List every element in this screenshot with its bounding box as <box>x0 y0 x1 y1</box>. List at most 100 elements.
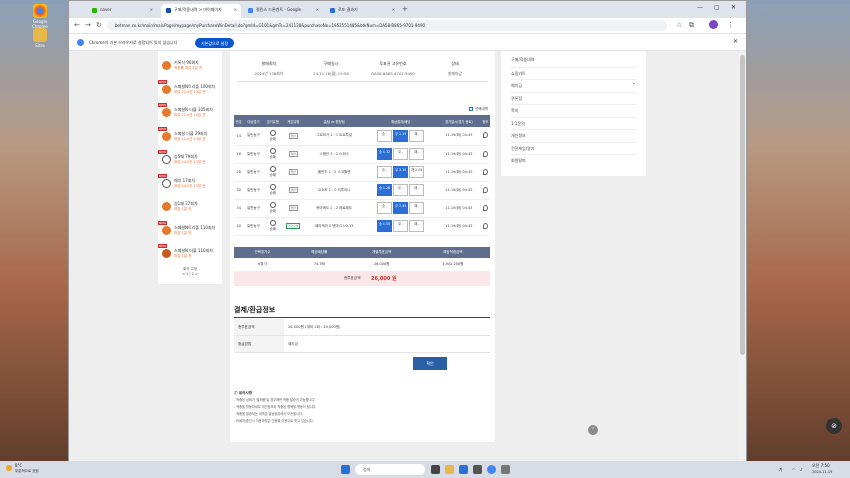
location-pin-icon[interactable] <box>482 186 488 193</box>
tab-purchase[interactable]: 구매/적중내역 > 마이페이지 ✕ <box>161 4 241 18</box>
confirm-button[interactable]: 확인 <box>413 357 447 370</box>
store-icon[interactable] <box>473 465 482 474</box>
selected-only-checkbox[interactable]: 선택내역 <box>469 107 488 112</box>
mypage-menu-item[interactable]: 쿠폰함 <box>511 91 636 102</box>
app-icon[interactable] <box>501 465 510 474</box>
minimize-button[interactable]: — <box>697 4 703 11</box>
close-tab-icon[interactable]: ✕ <box>234 7 237 12</box>
profile-avatar[interactable] <box>709 20 718 29</box>
scroll-top-button[interactable]: ⌃ <box>588 425 598 435</box>
odds-cell[interactable]: 패 - <box>409 220 425 232</box>
desktop-icon-sites[interactable]: Sites <box>30 28 50 48</box>
chrome-taskbar-icon[interactable] <box>487 465 496 474</box>
soccer-ball-icon <box>269 148 276 154</box>
totals-header: 개별투표금액 <box>347 247 416 258</box>
tab-naver[interactable]: naver ✕ <box>87 4 157 18</box>
location-pin-icon[interactable] <box>482 222 488 229</box>
odds-cell[interactable]: 무 2.95 <box>393 202 409 214</box>
location-pin-icon[interactable] <box>482 204 488 211</box>
purchase-detail-panel: 발매회차 2024년 138회차 구매일시 24.11.18(월) 15:58 투표… <box>230 51 495 442</box>
location-pin-icon[interactable] <box>482 168 488 175</box>
game-list-item[interactable]: NEW 승5패 79회차 마감 14시간 13분 전 <box>158 149 222 171</box>
odds-cell[interactable]: 승 1.28 <box>377 184 393 196</box>
list-footer: 회차 고정 < 1 / 2 > <box>158 267 222 276</box>
odds-cell[interactable]: 패 - <box>409 202 425 214</box>
page-scrollbar[interactable] <box>739 51 746 462</box>
game-list-item[interactable]: 기록식 96회차 적중률 마감 2일 전 <box>158 55 222 77</box>
game-list-item[interactable]: NEW 스페셜N트리플 110회차 마감 1일 전 <box>158 220 222 242</box>
odds-cell[interactable]: 패 - <box>409 129 425 142</box>
location-pin-icon[interactable] <box>482 132 488 139</box>
tab-google[interactable]: 젤린스 드론벤트 - Google ✕ <box>243 4 323 18</box>
mypage-menu-item[interactable]: 쇼핑카트 <box>511 66 636 77</box>
close-tab-icon[interactable]: ✕ <box>150 7 153 12</box>
reload-icon[interactable]: ↻ <box>96 21 102 29</box>
odds-cell[interactable]: 패 2.05 <box>409 166 425 178</box>
close-infobar-icon[interactable]: ✕ <box>733 38 738 45</box>
totals-header: 예상적중금액 <box>415 247 490 258</box>
odds-cell[interactable]: 승 - <box>377 166 393 178</box>
language-indicator[interactable]: 가 <box>779 467 783 473</box>
clock-date[interactable]: 2024-11-19 <box>812 470 832 474</box>
task-view-icon[interactable] <box>431 465 440 474</box>
odds-cell[interactable]: 무 - <box>393 148 409 160</box>
new-tab-button[interactable]: + <box>402 5 408 13</box>
mypage-menu-item[interactable]: 회원탈퇴 <box>511 154 636 164</box>
mypage-menu-item[interactable]: 개인정보 <box>511 129 636 139</box>
pager[interactable]: < 1 / 2 > <box>158 272 222 276</box>
menu-dots-icon[interactable]: ⋮ <box>727 21 734 29</box>
game-list-item[interactable]: NEW 스페셜N 더블 110회차 마감 1일 전 <box>158 243 222 265</box>
odds-cell[interactable]: 무 - <box>393 184 409 196</box>
odds-cell[interactable]: 승 - <box>377 129 393 142</box>
back-icon[interactable]: ← <box>74 21 80 29</box>
mypage-menu-item[interactable]: 쪽지 <box>511 104 636 114</box>
mypage-menu-item[interactable]: 1:1문의 <box>511 116 636 127</box>
bet-row: 30 일반농구 승패 일반 코소보 1 : 0 리투아니 승 1.28 무 - 패 -11… <box>234 181 490 200</box>
odds-cell[interactable]: 승 - <box>377 202 393 214</box>
odds-cell[interactable]: 승 1.55 <box>377 220 393 232</box>
maximize-button[interactable]: ▢ <box>714 4 720 11</box>
close-tab-icon[interactable]: ✕ <box>392 7 395 12</box>
odds-cell[interactable]: 패 - <box>409 148 425 160</box>
compass-icon[interactable]: ⊘ <box>826 418 842 434</box>
scrollbar-thumb[interactable] <box>740 55 745 355</box>
close-window-button[interactable]: ✕ <box>731 4 736 11</box>
speaker-icon[interactable]: ♪ <box>800 467 803 472</box>
ball-icon <box>162 202 171 211</box>
set-default-button[interactable]: 기본값으로 설정 <box>195 38 235 48</box>
tab-lotto[interactable]: 로또 결과기 ✕ <box>325 4 399 18</box>
game-list-item[interactable]: NEW 스페셜N 더블 105회차 마감 21시간 13분 전 <box>158 102 222 124</box>
odds-cell[interactable]: 승 1.32 <box>377 148 393 160</box>
game-deadline: 마감 1일 전 <box>174 207 192 211</box>
bet-row: 26 일반농구 승패 일반 폴란드 1 : 2 스코틀랜 승 - 무 3.10 패 2.0… <box>234 163 490 182</box>
edge-icon[interactable] <box>459 465 468 474</box>
desktop-icon-chrome[interactable]: Google Chrome <box>30 4 50 29</box>
close-tab-icon[interactable]: ✕ <box>316 7 319 12</box>
bookmark-star-icon[interactable]: ☆ <box>676 21 682 29</box>
odds-cell[interactable]: 무 3.10 <box>393 166 409 178</box>
chevron-down-icon: ⌄ <box>631 80 636 86</box>
game-list-item[interactable]: NEW 스페셜 더블 29회차 마감 11시간 13분 전 <box>158 126 222 148</box>
mypage-menu-item[interactable]: 건전게임/알기 <box>511 141 636 152</box>
odds-cell[interactable]: 패 - <box>409 184 425 196</box>
summary-datetime: 구매일시 24.11.18(월) 15:58 <box>313 61 349 76</box>
game-list-item[interactable]: 승1패 37회차 마감 1일 전 <box>158 196 222 218</box>
file-explorer-icon[interactable] <box>445 465 454 474</box>
location-pin-icon[interactable] <box>482 150 488 157</box>
mypage-menu-item[interactable]: 구매/적중내역 <box>511 54 636 63</box>
clock-time[interactable]: 오전 7:50 <box>812 463 830 469</box>
wifi-icon[interactable]: ◠ <box>792 467 796 472</box>
odds-cell[interactable]: 무 1.15 <box>393 129 409 142</box>
taskbar-search[interactable]: 검색 <box>355 464 425 475</box>
extensions-icon[interactable]: ⧉ <box>689 21 694 30</box>
game-list-item[interactable]: NEW 스페셜N트리플 100회차 마감 21시간 13분 전 <box>158 79 222 101</box>
payment-section-title: 결제/환급정보 <box>234 306 276 314</box>
game-list-item[interactable]: NEW 매치 17회차 마감 14시간 13분 전 <box>158 173 222 195</box>
odds-cell[interactable]: 무 - <box>393 220 409 232</box>
game-type-tag: 일반 <box>288 132 298 139</box>
windows-start-icon[interactable] <box>341 465 350 474</box>
mypage-menu-item[interactable]: 예치금 ⌄ <box>511 79 636 89</box>
address-bar[interactable]: betman.co.kr/main/mainPage/mypage/myPurc… <box>107 20 667 31</box>
default-browser-infobar: Chrome이 기본 브라우저로 설정되어 있지 않습니다 기본값으로 설정 ✕ <box>69 33 746 51</box>
forward-icon[interactable]: → <box>85 21 91 29</box>
